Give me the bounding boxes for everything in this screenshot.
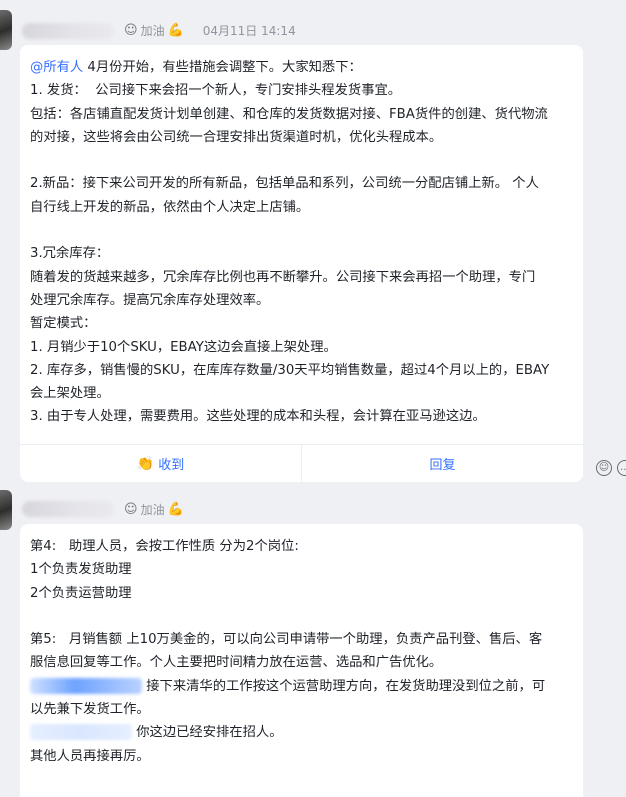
message-line: 3. 由于专人处理，需要费用。这些处理的成本和头程，会计算在亚马逊这边。	[30, 409, 486, 425]
message-line: 1个负责发货助理	[30, 562, 132, 578]
add-reaction-icon[interactable]: ☺	[596, 460, 612, 476]
avatar[interactable]	[0, 10, 12, 50]
message-line: @所有人 4月份开始，有些措施会调整下。大家知悉下：	[30, 60, 362, 75]
message-line: 2.新品：接下来公司开发的所有新品，包括单品和系列，公司统一分配店铺上新。 个人	[30, 176, 539, 192]
message-line: 处理冗余库存。提高冗余库存处理效率。	[30, 292, 270, 308]
message-line: 会上架处理。	[30, 386, 110, 402]
message-body: 第4: 助理人员，会按工作性质 分为2个岗位: 1个负责发货助理 2个负责运营助理第…	[20, 524, 583, 768]
message-line: 接下来清华的工作按这个运营助理方向，在发货助理没到位之前，可	[30, 675, 573, 698]
message-line: 2. 库存多，销售慢的SKU，在库库存数量/30天平均销售数量，超过4个月以上的…	[30, 362, 550, 378]
mention-redacted[interactable]	[30, 724, 132, 741]
message-line: 1. 发货： 公司接下来会招一个新人，专门安排头程发货事宜。	[30, 83, 402, 99]
reaction-label[interactable]: 加油	[141, 501, 165, 518]
message-body: @所有人 4月份开始，有些措施会调整下。大家知悉下： 1. 发货： 公司接下来会…	[20, 45, 583, 429]
flexed-biceps-icon: 💪	[167, 23, 184, 38]
message-line: 2个负责运营助理	[30, 585, 132, 601]
sender-name-redacted	[22, 501, 114, 517]
message-line: 你这边已经安排在招人。	[30, 721, 573, 744]
message-line: 以先兼下发货工作。	[30, 702, 150, 718]
sender-name-redacted	[22, 23, 114, 39]
message-line: 第4: 助理人员，会按工作性质 分为2个岗位:	[30, 539, 299, 554]
message-line: 包括：各店铺直配发货计划单创建、和仓库的发货数据对接、FBA货件的创建、货代物流	[30, 106, 548, 122]
message-bubble[interactable]: 第4: 助理人员，会按工作性质 分为2个岗位: 1个负责发货助理 2个负责运营助理第…	[20, 524, 583, 797]
flexed-biceps-icon: 💪	[167, 502, 184, 517]
message-action-bar: 👏 收到 回复	[20, 444, 583, 482]
received-button[interactable]: 👏 收到	[20, 445, 301, 482]
message-lines: 1. 发货： 公司接下来会招一个新人，专门安排头程发货事宜。包括：各店铺直配发货…	[30, 79, 573, 428]
message-line: 服信息回复等工作。个人主要把时间精力放在运营、选品和广告优化。	[30, 655, 443, 671]
comment-icon[interactable]: …	[617, 460, 626, 476]
message-line: 1. 月销少于10个SKU，EBAY这边会直接上架处理。	[30, 339, 337, 355]
message-line: 其他人员再接再厉。	[30, 748, 150, 764]
smile-face-icon[interactable]: ☺	[124, 502, 138, 517]
smile-face-icon[interactable]: ☺	[124, 23, 138, 38]
mention-redacted[interactable]	[30, 677, 142, 694]
message-line: 自行线上开发的新品，依然由个人决定上店铺。	[30, 199, 310, 215]
reaction-label[interactable]: 加油	[141, 22, 165, 39]
message-line: 的对接，这些将会由公司统一合理安排出货渠道时机，优化头程成本。	[30, 129, 443, 145]
message-meta: ☺ 加油 💪 04月11日 14:14	[124, 22, 296, 39]
message-bubble[interactable]: @所有人 4月份开始，有些措施会调整下。大家知悉下： 1. 发货： 公司接下来会…	[20, 45, 583, 482]
mention-all[interactable]: @所有人	[30, 60, 83, 75]
chat-view: ☺ 加油 💪 04月11日 14:14 @所有人 4月份开始，有些措施会调整下。…	[0, 0, 626, 797]
avatar[interactable]	[0, 490, 12, 530]
message-line: 暂定模式：	[30, 316, 97, 332]
message-line: 随着发的货越来越多，冗余库存比例也再不断攀升。公司接下来会再招一个助理，专门	[30, 269, 536, 285]
message-lines: 第4: 助理人员，会按工作性质 分为2个岗位: 1个负责发货助理 2个负责运营助理第…	[30, 535, 573, 675]
clapping-hands-icon: 👏	[136, 455, 155, 472]
message-timestamp: 04月11日 14:14	[202, 24, 296, 38]
message-line: 第5: 月销售额 上10万美金的，可以向公司申请带一个助理，负责产品刊登、售后、…	[30, 632, 543, 648]
message-meta: ☺ 加油 💪	[124, 501, 184, 518]
reply-button[interactable]: 回复	[301, 445, 583, 482]
message-line: 3.冗余库存：	[30, 246, 110, 262]
